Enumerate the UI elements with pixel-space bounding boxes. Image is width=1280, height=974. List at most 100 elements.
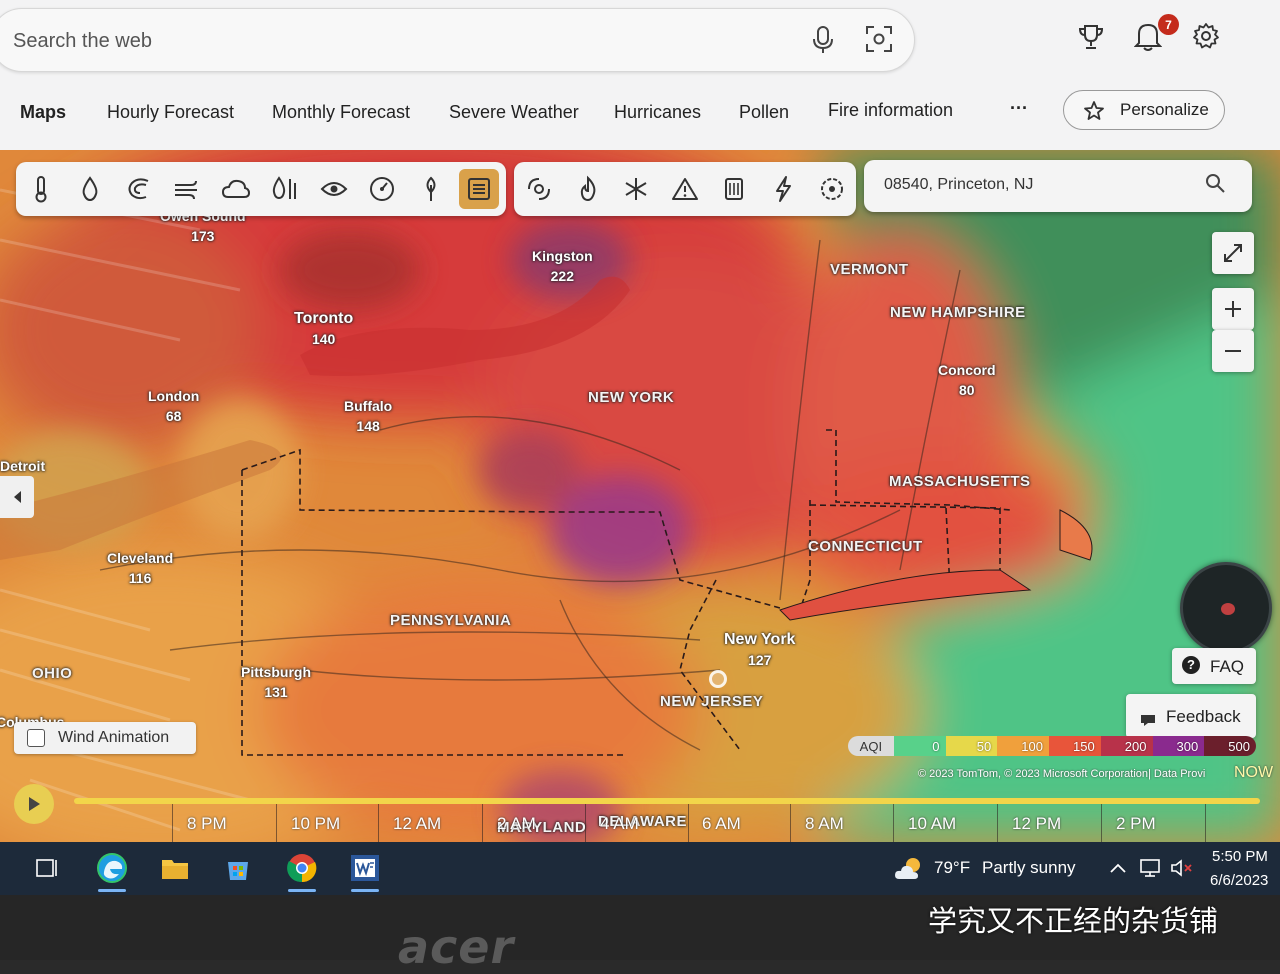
tab-fire-information[interactable]: Fire information [828, 100, 953, 121]
radar-minimap-icon[interactable] [1180, 562, 1272, 654]
watermark-text: 学究又不正经的杂货铺 [928, 906, 1219, 938]
visual-search-icon[interactable] [862, 22, 896, 56]
map-label-pennsylvania: PENNSYLVANIA [390, 612, 512, 629]
aqi-stop: 500 [1204, 736, 1256, 756]
timeline-tick-label[interactable]: 10 PM [291, 814, 340, 834]
pollen-icon[interactable] [411, 169, 451, 209]
zoom-in-button[interactable] [1212, 288, 1254, 330]
snow-icon[interactable] [616, 169, 656, 209]
screen: Search the web 7 Maps Hourly Forecast Mo… [0, 0, 1280, 895]
timeline-tick [790, 804, 791, 842]
aqi-stop: 150 [1049, 736, 1101, 756]
location-pin-icon [709, 670, 727, 688]
timeline-tick-label[interactable]: 12 AM [393, 814, 441, 834]
weather-temperature[interactable]: 79°F [934, 858, 970, 878]
timeline-tick-label[interactable]: 6 AM [702, 814, 741, 834]
timeline-tick-label[interactable]: 10 AM [908, 814, 956, 834]
microphone-icon[interactable] [808, 22, 838, 58]
air-quality-icon[interactable] [459, 169, 499, 209]
more-menu-button[interactable]: ··· [1010, 98, 1028, 119]
wind-animation-toggle[interactable]: Wind Animation [14, 722, 196, 754]
thermometer-icon[interactable] [21, 169, 61, 209]
rewards-trophy-icon[interactable] [1074, 20, 1108, 54]
sidebar-collapse-button[interactable] [0, 476, 34, 518]
timeline-tick-label[interactable]: 4 AM [600, 814, 639, 834]
microsoft-store-icon[interactable] [218, 848, 258, 888]
map-label-ohio: OHIO [32, 665, 73, 682]
search-input[interactable]: Search the web [0, 8, 915, 72]
active-app-indicator [288, 889, 316, 892]
cloud-icon[interactable] [216, 169, 256, 209]
map-copyright: © 2023 TomTom, © 2023 Microsoft Corporat… [918, 768, 1206, 780]
volume-muted-icon[interactable] [1162, 848, 1202, 888]
tab-maps[interactable]: Maps [20, 102, 66, 123]
aqi-stop: 200 [1100, 736, 1153, 756]
map-label-vermont: VERMONT [830, 261, 909, 278]
global-icon[interactable] [812, 169, 852, 209]
location-search-input[interactable]: 08540, Princeton, NJ [864, 160, 1252, 212]
timeline-tick [1101, 804, 1102, 842]
task-view-icon[interactable] [26, 848, 66, 888]
map-label-concord: Concord 80 [938, 362, 996, 398]
map-label-pittsburgh: Pittsburgh 131 [241, 664, 311, 700]
aqi-legend-title: AQI [848, 736, 894, 756]
aqi-legend: AQI 0 50 100 150 200 300 500 [848, 736, 1256, 756]
clock-date[interactable]: 6/6/2023 [1210, 872, 1268, 889]
feedback-button[interactable]: Feedback [1126, 694, 1256, 738]
gear-icon[interactable] [1188, 18, 1224, 54]
timeline-track[interactable] [74, 798, 1260, 804]
layer-toolbar-secondary [514, 162, 856, 216]
active-app-indicator [98, 889, 126, 892]
radar-icon[interactable] [714, 169, 754, 209]
layer-toolbar-primary [16, 162, 506, 216]
tab-hurricanes[interactable]: Hurricanes [614, 102, 701, 123]
forecast-timeline[interactable]: 8 PM 10 PM 12 AM 2 AM 4 AM 6 AM 8 AM 10 … [0, 784, 1280, 842]
windows-taskbar: 79°F Partly sunny 5:50 PM 6/6/2023 [0, 842, 1280, 895]
tab-pollen[interactable]: Pollen [739, 102, 789, 123]
word-document-icon[interactable] [345, 848, 385, 892]
timeline-tick-label[interactable]: 12 PM [1012, 814, 1061, 834]
map-label-detroit: Detroit2 [0, 458, 46, 474]
pressure-icon[interactable] [362, 169, 402, 209]
warning-icon[interactable] [665, 169, 705, 209]
map-label-toronto: Toronto 140 [294, 310, 354, 347]
zoom-out-button[interactable] [1212, 330, 1254, 372]
aqi-stop: 50 [945, 736, 998, 756]
lightning-icon[interactable] [763, 169, 803, 209]
feedback-icon [1140, 711, 1156, 731]
tab-severe-weather[interactable]: Severe Weather [449, 102, 579, 123]
precipitation-icon[interactable] [70, 169, 110, 209]
wind-gust-icon[interactable] [167, 169, 207, 209]
timeline-tick [482, 804, 483, 842]
timeline-tick-label[interactable]: 8 AM [805, 814, 844, 834]
timeline-tick [276, 804, 277, 842]
tab-hourly-forecast[interactable]: Hourly Forecast [107, 102, 234, 123]
wind-animation-checkbox[interactable] [27, 729, 45, 747]
visibility-icon[interactable] [314, 169, 354, 209]
timeline-tick-label[interactable]: 8 PM [187, 814, 227, 834]
fullscreen-expand-icon[interactable] [1212, 232, 1254, 274]
faq-button[interactable]: ? FAQ [1172, 648, 1256, 684]
wind-icon[interactable] [118, 169, 158, 209]
wildfire-icon[interactable] [568, 169, 608, 209]
weather-condition[interactable]: Partly sunny [982, 858, 1076, 878]
map-label-connecticut: CONNECTICUT [808, 538, 923, 555]
timeline-tick-label[interactable]: 2 PM [1116, 814, 1156, 834]
help-question-icon: ? [1182, 656, 1200, 674]
hurricane-icon[interactable] [519, 169, 559, 209]
monitor-brand-logo: acer [398, 920, 515, 974]
personalize-button[interactable]: Personalize [1063, 90, 1225, 130]
search-icon[interactable] [1204, 172, 1230, 198]
timeline-tick-label[interactable]: 2 AM [497, 814, 536, 834]
play-icon[interactable] [14, 784, 54, 824]
partly-sunny-weather-icon[interactable] [890, 848, 930, 888]
tab-monthly-forecast[interactable]: Monthly Forecast [272, 102, 410, 123]
timeline-tick [893, 804, 894, 842]
humidity-icon[interactable] [265, 169, 305, 209]
file-explorer-icon[interactable] [155, 848, 195, 888]
clock-time[interactable]: 5:50 PM [1212, 848, 1268, 865]
chrome-browser-icon[interactable] [282, 848, 322, 892]
edge-browser-icon[interactable] [92, 848, 132, 892]
faq-label: FAQ [1210, 657, 1245, 676]
aqi-stop: 0 [893, 736, 946, 756]
